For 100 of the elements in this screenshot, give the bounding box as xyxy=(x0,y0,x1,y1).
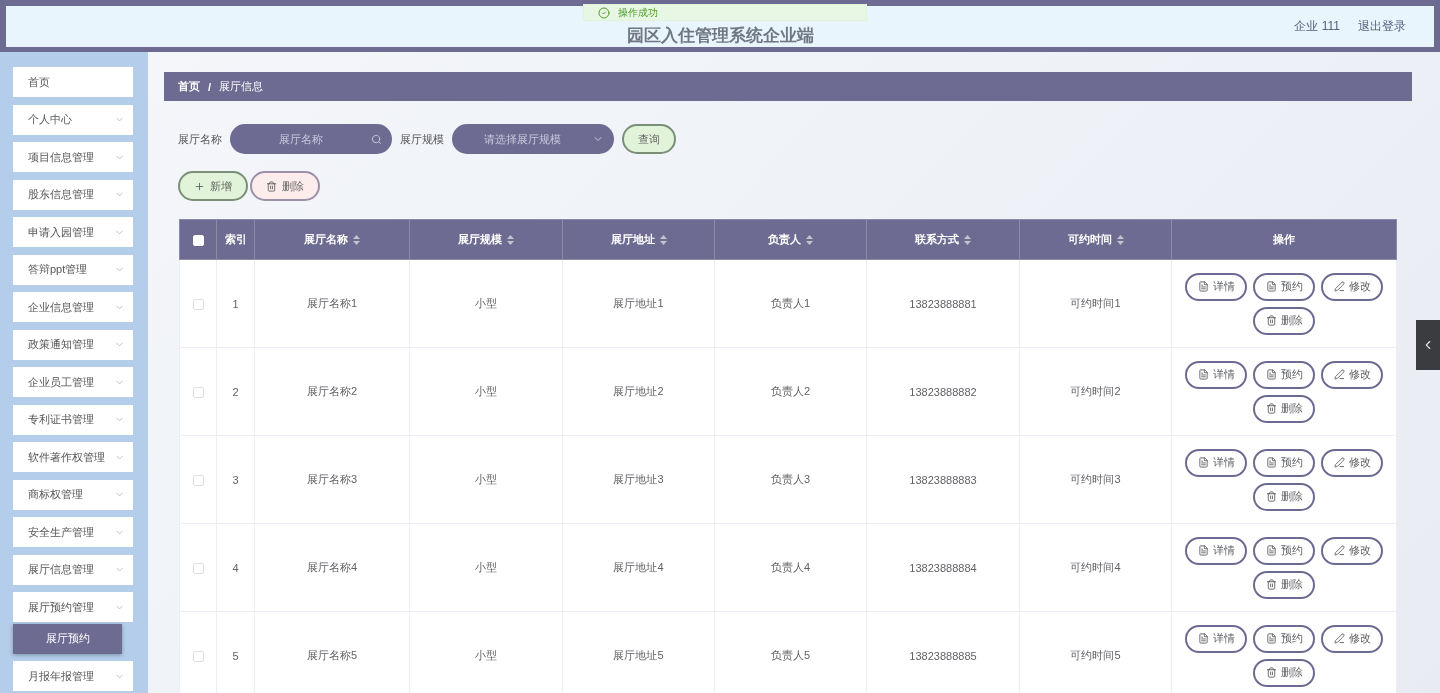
sidebar-item[interactable]: 专利证书管理 xyxy=(13,404,133,435)
row-checkbox[interactable] xyxy=(192,298,204,310)
column-header[interactable]: 展厅规模 xyxy=(409,219,563,260)
row-checkbox[interactable] xyxy=(192,650,204,662)
plus-icon xyxy=(194,180,205,192)
table-cell: 负责人1 xyxy=(714,259,867,348)
action-button[interactable]: 修改 xyxy=(1321,448,1383,477)
row-checkbox[interactable] xyxy=(192,474,204,486)
select-all-checkbox[interactable] xyxy=(192,234,204,246)
table-cell: 展厅地址1 xyxy=(562,259,715,348)
table-cell: 4 xyxy=(216,523,255,612)
action-button[interactable]: 修改 xyxy=(1321,624,1383,653)
document-icon xyxy=(1197,633,1209,644)
document-icon xyxy=(1197,281,1209,292)
document-icon xyxy=(1265,281,1277,292)
pencil-icon xyxy=(1333,369,1345,380)
table-cell: 展厅地址3 xyxy=(562,435,715,524)
sort-icon xyxy=(806,235,813,246)
column-header[interactable]: 展厅地址 xyxy=(562,219,715,260)
action-button[interactable]: 预约 xyxy=(1253,536,1315,565)
search-icon xyxy=(371,133,382,145)
action-button[interactable]: 详情 xyxy=(1185,448,1247,477)
table-cell: 可约时间4 xyxy=(1019,523,1172,612)
column-header: 操作 xyxy=(1171,219,1397,260)
action-button[interactable]: 删除 xyxy=(1253,482,1315,511)
sidebar-item[interactable]: 商标权管理 xyxy=(13,479,133,510)
action-button[interactable]: 删除 xyxy=(1253,394,1315,423)
sort-icon xyxy=(507,235,514,246)
check-icon xyxy=(598,6,610,19)
table-cell: 展厅地址4 xyxy=(562,523,715,612)
sidebar-item[interactable]: 答辩ppt管理 xyxy=(13,254,133,285)
table-cell: 展厅名称4 xyxy=(254,523,410,612)
breadcrumb-item[interactable]: 首页 xyxy=(178,79,200,94)
sidebar-item[interactable]: 个人中心 xyxy=(13,104,133,135)
submenu-item[interactable]: 展厅预约 xyxy=(13,623,122,654)
breadcrumb-separator: / xyxy=(208,80,212,93)
row-checkbox[interactable] xyxy=(192,386,204,398)
action-button[interactable]: 修改 xyxy=(1321,536,1383,565)
trash-icon xyxy=(1265,579,1277,590)
action-button[interactable]: 预约 xyxy=(1253,360,1315,389)
sidebar-item[interactable]: 月报年报管理 xyxy=(13,661,133,691)
trash-icon xyxy=(1265,403,1277,414)
action-button[interactable]: 预约 xyxy=(1253,272,1315,301)
column-header[interactable]: 联系方式 xyxy=(866,219,1020,260)
sort-icon xyxy=(1116,235,1124,246)
sidebar-item[interactable]: 软件著作权管理 xyxy=(13,442,133,472)
action-button[interactable]: 删除 xyxy=(1253,570,1315,599)
column-header[interactable]: 可约时间 xyxy=(1019,219,1172,260)
sidebar-item[interactable]: 政策通知管理 xyxy=(13,329,133,360)
document-icon xyxy=(1265,633,1277,644)
pencil-icon xyxy=(1333,545,1345,556)
action-button[interactable]: 修改 xyxy=(1321,272,1383,301)
table-cell: 展厅名称2 xyxy=(254,347,410,436)
table-cell: 13823888884 xyxy=(866,523,1020,612)
table-cell: 可约时间1 xyxy=(1019,259,1172,348)
document-icon xyxy=(1197,369,1209,380)
logout-link[interactable]: 退出登录 xyxy=(1358,18,1406,35)
action-button[interactable]: 预约 xyxy=(1253,448,1315,477)
sidebar-item[interactable]: 安全生产管理 xyxy=(13,517,133,547)
field-label: 展厅名称 xyxy=(178,131,222,147)
table-cell: 展厅地址2 xyxy=(562,347,715,436)
add-button[interactable]: 新增 xyxy=(178,171,248,201)
table-cell: 负责人2 xyxy=(714,347,867,436)
column-header: 索引 xyxy=(216,219,255,260)
action-button[interactable]: 修改 xyxy=(1321,360,1383,389)
query-button[interactable]: 查询 xyxy=(622,124,676,154)
action-button[interactable]: 详情 xyxy=(1185,272,1247,301)
trash-icon xyxy=(1265,315,1277,326)
sidebar-item[interactable]: 项目信息管理 xyxy=(13,142,133,172)
table-cell: 2 xyxy=(216,347,255,436)
sidebar-item[interactable]: 首页 xyxy=(13,67,133,97)
action-button[interactable]: 详情 xyxy=(1185,360,1247,389)
sidebar-item[interactable]: 展厅预约管理 xyxy=(13,592,133,622)
trash-icon xyxy=(1265,667,1277,678)
table-cell: 展厅名称3 xyxy=(254,435,410,524)
column-header[interactable]: 负责人 xyxy=(714,219,867,260)
sidebar-item[interactable]: 企业员工管理 xyxy=(13,367,133,397)
sort-icon xyxy=(964,235,971,246)
pencil-icon xyxy=(1333,633,1345,644)
table-cell: 可约时间3 xyxy=(1019,435,1172,524)
column-header[interactable]: 展厅名称 xyxy=(254,219,410,260)
action-button[interactable]: 删除 xyxy=(1253,306,1315,335)
table-cell: 负责人4 xyxy=(714,523,867,612)
document-icon xyxy=(1265,545,1277,556)
table-cell: 小型 xyxy=(409,259,563,348)
action-button[interactable]: 删除 xyxy=(1253,658,1315,687)
action-button[interactable]: 详情 xyxy=(1185,624,1247,653)
document-icon xyxy=(1197,545,1209,556)
action-button[interactable]: 预约 xyxy=(1253,624,1315,653)
sidebar-item[interactable]: 展厅信息管理 xyxy=(13,554,133,585)
sidebar-item[interactable]: 股东信息管理 xyxy=(13,179,133,210)
sidebar-item[interactable]: 申请入园管理 xyxy=(13,217,133,247)
collapse-tab[interactable] xyxy=(1416,320,1440,370)
sidebar-item[interactable]: 企业信息管理 xyxy=(13,292,133,322)
table-cell: 小型 xyxy=(409,523,563,612)
table-cell: 可约时间2 xyxy=(1019,347,1172,436)
delete-button[interactable]: 删除 xyxy=(250,171,320,201)
app-title: 园区入住管理系统企业端 xyxy=(626,24,814,47)
action-button[interactable]: 详情 xyxy=(1185,536,1247,565)
row-checkbox[interactable] xyxy=(192,562,204,574)
